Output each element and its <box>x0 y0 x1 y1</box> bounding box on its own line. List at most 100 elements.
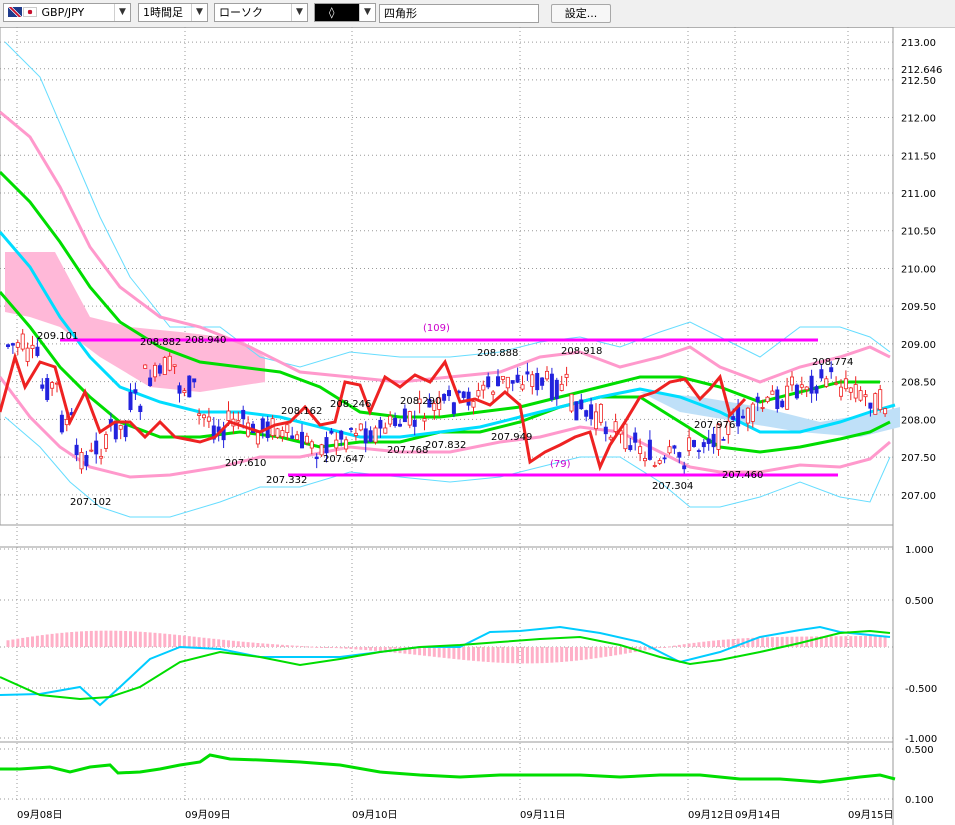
macd-bar <box>359 647 363 650</box>
candle-body <box>236 420 241 423</box>
macd-bar <box>545 647 549 663</box>
macd-bar <box>246 642 250 647</box>
chevron-down-icon[interactable]: ▼ <box>291 4 307 21</box>
price-label: 208.918 <box>561 346 602 357</box>
candle-body <box>486 376 491 388</box>
price-tick-label: 211.50 <box>901 151 936 162</box>
candle-body <box>329 430 334 434</box>
candle-body <box>45 378 50 401</box>
macd-bar <box>770 637 774 647</box>
macd-bar <box>761 637 765 647</box>
macd-bar <box>11 639 15 647</box>
candle-body <box>25 347 30 362</box>
candle-body <box>471 401 476 408</box>
macd-bar <box>623 647 627 654</box>
chevron-down-icon[interactable]: ▼ <box>359 4 375 21</box>
price-label: 208.774 <box>812 357 853 368</box>
candle-body <box>314 456 319 460</box>
candle-body <box>662 457 667 460</box>
candle-body <box>89 449 94 452</box>
macd-bar <box>158 633 162 647</box>
macd-bar <box>432 647 436 657</box>
candle-body <box>495 376 500 387</box>
macd-bar <box>178 635 181 647</box>
price-label: 208.246 <box>330 399 371 410</box>
timeframe-value: 1時間足 <box>143 6 183 19</box>
chart-style-select[interactable]: ローソク ▼ <box>214 3 308 22</box>
chevron-down-icon[interactable]: ▼ <box>114 4 130 21</box>
candle-body <box>6 344 11 347</box>
macd-bar <box>775 636 779 647</box>
candle-body <box>363 428 368 444</box>
candle-body <box>74 444 79 456</box>
candle-body <box>843 378 848 390</box>
price-label: 207.102 <box>70 497 111 508</box>
candle-body <box>64 419 69 426</box>
macd-bar <box>599 647 603 658</box>
macd-bar <box>70 632 74 647</box>
settings-button[interactable]: 設定... <box>551 4 611 23</box>
macd-bar <box>550 647 554 663</box>
macd-bar <box>604 647 608 657</box>
macd-bar <box>197 637 201 647</box>
candle-body <box>481 384 486 391</box>
candle-body <box>99 455 104 459</box>
macd-bar <box>535 647 539 664</box>
macd-bar <box>45 634 49 647</box>
candle-body <box>696 450 701 452</box>
candle-body <box>152 364 157 378</box>
macd-bar <box>334 647 338 649</box>
macd-bar <box>697 642 701 647</box>
indicator-tick-label: 0.500 <box>905 745 934 756</box>
candle-body <box>309 441 314 449</box>
macd-bar <box>472 647 475 661</box>
candle-body <box>461 391 466 398</box>
candle-body <box>118 425 123 430</box>
shape-name-value: 四角形 <box>384 7 417 20</box>
candle-body <box>819 369 824 379</box>
candle-body <box>334 439 339 449</box>
macd-bar <box>168 634 172 647</box>
candle-body <box>197 413 202 416</box>
macd-bar <box>285 645 289 647</box>
candle-body <box>94 440 99 455</box>
macd-bar <box>427 647 431 657</box>
price-chart[interactable]: (109) (79) 209.101 208.882 208.940 208.1… <box>0 27 955 825</box>
candle-body <box>736 406 741 427</box>
macd-bar <box>594 647 598 659</box>
symbol-select[interactable]: GBP/JPY ▼ <box>3 3 131 22</box>
candle-body <box>834 382 839 385</box>
timeframe-select[interactable]: 1時間足 ▼ <box>138 3 208 22</box>
candle-body <box>804 386 809 391</box>
candle-body <box>745 407 750 424</box>
price-label: 208.940 <box>185 335 226 346</box>
candle-body <box>647 439 652 460</box>
japan-flag-icon <box>23 7 37 17</box>
macd-bar <box>692 642 696 647</box>
chevron-down-icon[interactable]: ▼ <box>191 4 207 21</box>
candle-body <box>177 385 182 394</box>
macd-bar <box>241 641 245 647</box>
candle-body <box>515 374 520 383</box>
macd-bar <box>687 643 691 647</box>
macd-bar <box>849 636 853 647</box>
candle-body <box>760 407 765 409</box>
candle-body <box>672 445 677 449</box>
macd-bar <box>124 631 128 647</box>
macd-bar <box>227 640 230 647</box>
macd-bar <box>476 647 480 662</box>
candle-body <box>442 393 447 401</box>
macd-bar <box>839 636 843 647</box>
macd-bar <box>496 647 500 663</box>
macd-bar <box>452 647 456 659</box>
shape-name-field[interactable]: 四角形 <box>379 4 539 23</box>
macd-bar <box>481 647 485 662</box>
macd-bar <box>766 637 769 647</box>
macd-bar <box>824 636 828 647</box>
drawing-tool-select[interactable]: ◊ ▼ <box>314 3 376 22</box>
candle-body <box>422 418 427 422</box>
candle-body <box>848 387 853 393</box>
candle-body <box>255 431 260 445</box>
candle-body <box>863 394 868 398</box>
price-tick-label: 207.00 <box>901 491 936 502</box>
